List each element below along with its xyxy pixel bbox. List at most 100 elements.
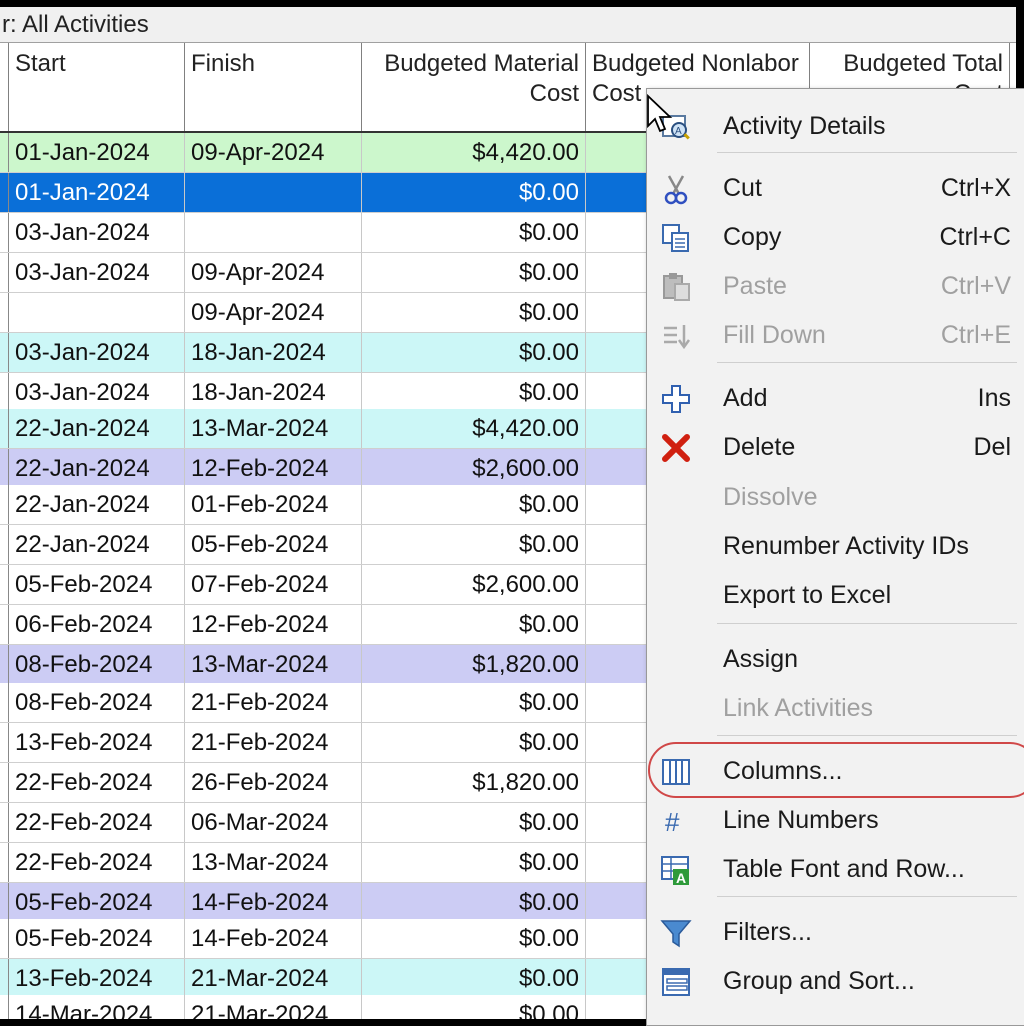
column-header-finish[interactable]: Finish bbox=[185, 43, 362, 131]
start-cell[interactable]: 22-Feb-2024 bbox=[9, 843, 185, 882]
budgeted-material-cost-cell[interactable]: $0.00 bbox=[362, 253, 586, 292]
row-left-stub bbox=[0, 449, 9, 488]
start-cell[interactable]: 22-Jan-2024 bbox=[9, 525, 185, 564]
start-cell[interactable]: 22-Jan-2024 bbox=[9, 449, 185, 488]
start-cell[interactable]: 05-Feb-2024 bbox=[9, 883, 185, 922]
budgeted-material-cost-cell[interactable]: $0.00 bbox=[362, 333, 586, 372]
start-cell[interactable]: 05-Feb-2024 bbox=[9, 919, 185, 958]
finish-cell[interactable]: 07-Feb-2024 bbox=[185, 565, 362, 604]
finish-cell[interactable]: 01-Feb-2024 bbox=[185, 485, 362, 524]
budgeted-material-cost-cell[interactable]: $0.00 bbox=[362, 525, 586, 564]
budgeted-material-cost-cell[interactable]: $0.00 bbox=[362, 683, 586, 722]
finish-cell[interactable]: 13-Mar-2024 bbox=[185, 645, 362, 684]
budgeted-material-cost-cell[interactable]: $4,420.00 bbox=[362, 133, 586, 172]
finish-cell[interactable]: 13-Mar-2024 bbox=[185, 409, 362, 448]
budgeted-material-cost-cell[interactable]: $0.00 bbox=[362, 995, 586, 1019]
menu-item-shortcut: Ctrl+C bbox=[939, 223, 1011, 251]
row-left-stub bbox=[0, 293, 9, 332]
finish-cell[interactable]: 14-Feb-2024 bbox=[185, 919, 362, 958]
budgeted-material-cost-cell[interactable]: $0.00 bbox=[362, 213, 586, 252]
start-cell[interactable]: 13-Feb-2024 bbox=[9, 723, 185, 762]
menu-item-line-numbers[interactable]: # Line Numbers bbox=[647, 798, 1024, 842]
finish-cell[interactable]: 21-Feb-2024 bbox=[185, 683, 362, 722]
start-cell[interactable]: 01-Jan-2024 bbox=[9, 173, 185, 212]
start-cell[interactable]: 08-Feb-2024 bbox=[9, 645, 185, 684]
menu-item-export-to-excel[interactable]: Export to Excel bbox=[647, 573, 1024, 617]
budgeted-material-cost-cell[interactable]: $1,820.00 bbox=[362, 763, 586, 802]
finish-cell[interactable]: 21-Mar-2024 bbox=[185, 995, 362, 1019]
menu-item-label: Group and Sort... bbox=[723, 967, 915, 995]
start-cell[interactable]: 22-Feb-2024 bbox=[9, 763, 185, 802]
finish-cell[interactable]: 13-Mar-2024 bbox=[185, 843, 362, 882]
finish-cell[interactable]: 21-Feb-2024 bbox=[185, 723, 362, 762]
start-cell[interactable]: 01-Jan-2024 bbox=[9, 133, 185, 172]
start-cell[interactable]: 05-Feb-2024 bbox=[9, 565, 185, 604]
finish-cell[interactable] bbox=[185, 213, 362, 252]
start-cell[interactable] bbox=[9, 293, 185, 332]
budgeted-material-cost-cell[interactable]: $0.00 bbox=[362, 605, 586, 644]
menu-separator bbox=[717, 735, 1017, 736]
copy-icon bbox=[659, 221, 693, 255]
finish-cell[interactable]: 12-Feb-2024 bbox=[185, 449, 362, 488]
start-cell[interactable]: 14-Mar-2024 bbox=[9, 995, 185, 1019]
menu-item-label: Add bbox=[723, 384, 768, 412]
menu-item-delete[interactable]: Delete Del bbox=[647, 425, 1024, 469]
start-cell[interactable]: 03-Jan-2024 bbox=[9, 333, 185, 372]
finish-cell[interactable]: 18-Jan-2024 bbox=[185, 373, 362, 412]
start-cell[interactable]: 06-Feb-2024 bbox=[9, 605, 185, 644]
finish-cell[interactable]: 12-Feb-2024 bbox=[185, 605, 362, 644]
budgeted-material-cost-cell[interactable]: $0.00 bbox=[362, 485, 586, 524]
start-cell[interactable]: 22-Feb-2024 bbox=[9, 803, 185, 842]
budgeted-material-cost-cell[interactable]: $0.00 bbox=[362, 959, 586, 998]
menu-item-group-and-sort[interactable]: Group and Sort... bbox=[647, 959, 1024, 1003]
menu-item-label: Link Activities bbox=[723, 694, 874, 722]
finish-cell[interactable]: 09-Apr-2024 bbox=[185, 293, 362, 332]
budgeted-material-cost-cell[interactable]: $0.00 bbox=[362, 919, 586, 958]
finish-cell[interactable]: 09-Apr-2024 bbox=[185, 253, 362, 292]
budgeted-material-cost-cell[interactable]: $0.00 bbox=[362, 883, 586, 922]
menu-item-filters[interactable]: Filters... bbox=[647, 910, 1024, 954]
menu-item-label: Export to Excel bbox=[723, 581, 892, 609]
column-header-budgeted-material-cost[interactable]: Budgeted Material Cost bbox=[362, 43, 586, 131]
table-font-icon: A bbox=[659, 853, 693, 887]
finish-cell[interactable]: 26-Feb-2024 bbox=[185, 763, 362, 802]
finish-cell[interactable]: 05-Feb-2024 bbox=[185, 525, 362, 564]
budgeted-material-cost-cell[interactable]: $0.00 bbox=[362, 373, 586, 412]
start-cell[interactable]: 03-Jan-2024 bbox=[9, 253, 185, 292]
menu-item-assign[interactable]: Assign bbox=[647, 637, 1024, 681]
column-header-start[interactable]: Start bbox=[9, 43, 185, 131]
start-cell[interactable]: 22-Jan-2024 bbox=[9, 409, 185, 448]
menu-item-activity-details[interactable]: A Activity Details bbox=[647, 104, 1024, 148]
budgeted-material-cost-cell[interactable]: $0.00 bbox=[362, 173, 586, 212]
row-left-stub bbox=[0, 253, 9, 292]
start-cell[interactable]: 22-Jan-2024 bbox=[9, 485, 185, 524]
finish-cell[interactable]: 09-Apr-2024 bbox=[185, 133, 362, 172]
menu-item-renumber-activity-ids[interactable]: Renumber Activity IDs bbox=[647, 524, 1024, 568]
start-cell[interactable]: 13-Feb-2024 bbox=[9, 959, 185, 998]
menu-item-add[interactable]: Add Ins bbox=[647, 376, 1024, 420]
menu-item-fill-down: Fill Down Ctrl+E bbox=[647, 313, 1024, 357]
finish-cell[interactable]: 06-Mar-2024 bbox=[185, 803, 362, 842]
budgeted-material-cost-cell[interactable]: $0.00 bbox=[362, 843, 586, 882]
start-cell[interactable]: 03-Jan-2024 bbox=[9, 213, 185, 252]
menu-item-cut[interactable]: Cut Ctrl+X bbox=[647, 166, 1024, 210]
finish-cell[interactable]: 18-Jan-2024 bbox=[185, 333, 362, 372]
menu-item-label: Renumber Activity IDs bbox=[723, 532, 969, 560]
budgeted-material-cost-cell[interactable]: $2,600.00 bbox=[362, 449, 586, 488]
finish-cell[interactable]: 14-Feb-2024 bbox=[185, 883, 362, 922]
menu-item-copy[interactable]: Copy Ctrl+C bbox=[647, 215, 1024, 259]
menu-item-dissolve: Dissolve bbox=[647, 475, 1024, 519]
menu-item-label: Table Font and Row... bbox=[723, 855, 965, 883]
budgeted-material-cost-cell[interactable]: $2,600.00 bbox=[362, 565, 586, 604]
budgeted-material-cost-cell[interactable]: $0.00 bbox=[362, 293, 586, 332]
start-cell[interactable]: 03-Jan-2024 bbox=[9, 373, 185, 412]
budgeted-material-cost-cell[interactable]: $1,820.00 bbox=[362, 645, 586, 684]
finish-cell[interactable] bbox=[185, 173, 362, 212]
budgeted-material-cost-cell[interactable]: $0.00 bbox=[362, 723, 586, 762]
budgeted-material-cost-cell[interactable]: $4,420.00 bbox=[362, 409, 586, 448]
finish-cell[interactable]: 21-Mar-2024 bbox=[185, 959, 362, 998]
start-cell[interactable]: 08-Feb-2024 bbox=[9, 683, 185, 722]
row-left-stub bbox=[0, 565, 9, 604]
menu-item-table-font-and-row[interactable]: A Table Font and Row... bbox=[647, 847, 1024, 891]
budgeted-material-cost-cell[interactable]: $0.00 bbox=[362, 803, 586, 842]
